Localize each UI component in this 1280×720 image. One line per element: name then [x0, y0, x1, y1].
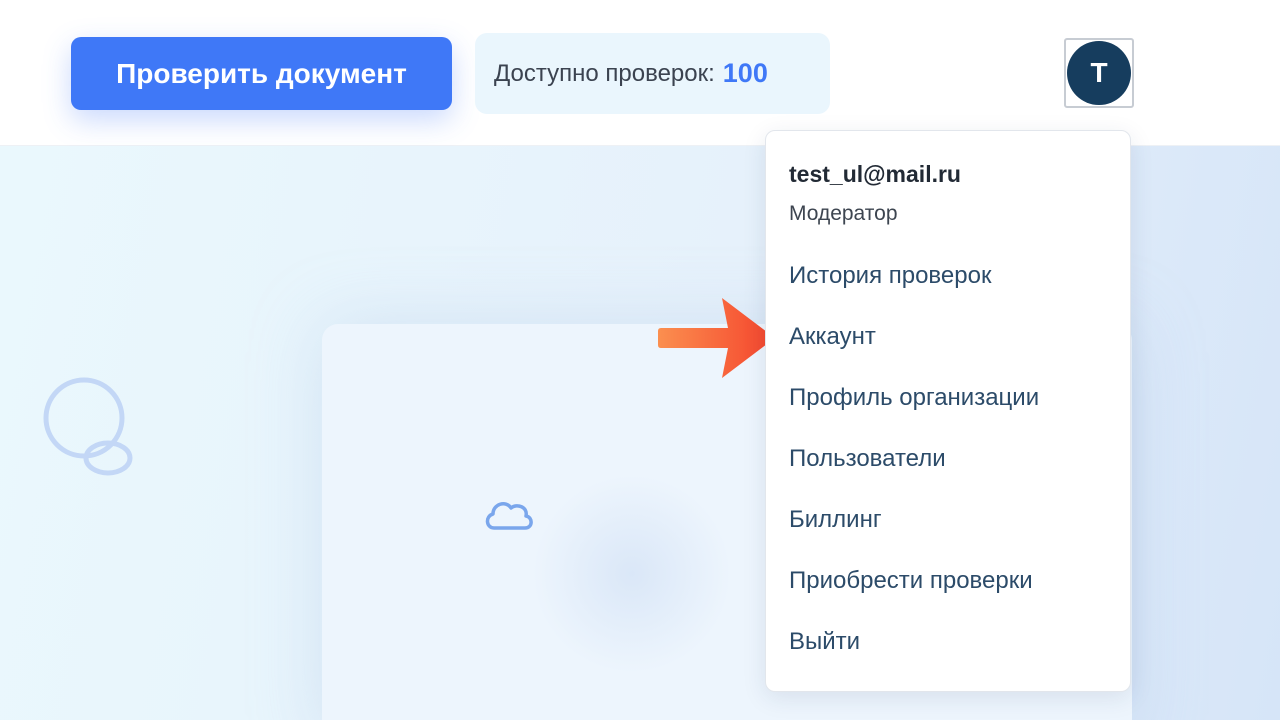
user-email: test_ul@mail.ru	[789, 161, 961, 187]
arrow-right-icon	[658, 298, 775, 378]
menu-item-users[interactable]: Пользователи	[789, 445, 946, 473]
card-glow	[532, 474, 732, 674]
credits-badge: Доступно проверок: 100	[475, 33, 830, 114]
menu-item-account[interactable]: Аккаунт	[789, 323, 876, 351]
user-role: Модератор	[789, 202, 898, 225]
menu-item-buy-checks[interactable]: Приобрести проверки	[789, 567, 1033, 595]
user-dropdown-menu: test_ul@mail.ru Модератор История провер…	[765, 130, 1131, 692]
top-bar: Проверить документ Доступно проверок: 10…	[0, 0, 1280, 146]
avatar-letter: T	[1090, 57, 1108, 88]
credits-count: 100	[722, 58, 768, 88]
menu-item-check-history[interactable]: История проверок	[789, 262, 991, 290]
check-document-button[interactable]: Проверить документ	[71, 37, 452, 110]
credits-label: Доступно проверок:	[494, 59, 715, 87]
search-icon	[43, 377, 133, 476]
cloud-icon	[485, 502, 533, 530]
menu-item-billing[interactable]: Биллинг	[789, 506, 882, 534]
avatar: T	[1067, 41, 1131, 105]
user-menu-button[interactable]: T	[1064, 38, 1134, 108]
menu-item-logout[interactable]: Выйти	[789, 628, 860, 656]
menu-item-organization-profile[interactable]: Профиль организации	[789, 384, 1039, 412]
